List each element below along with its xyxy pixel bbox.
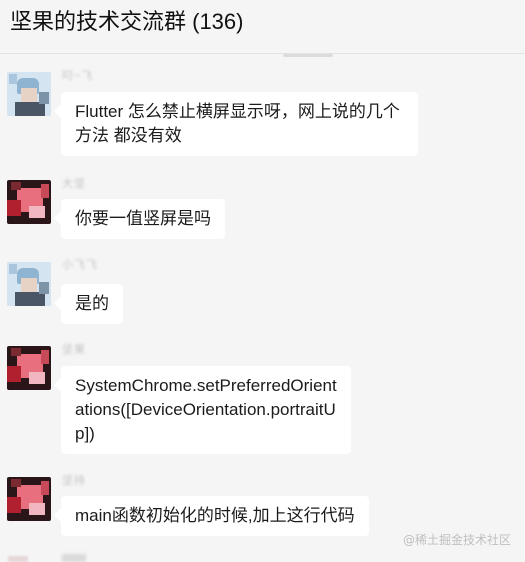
message-bubble[interactable]: 是的 <box>61 284 123 324</box>
sender-nickname: 坚持 <box>62 475 86 487</box>
user-avatar[interactable] <box>7 72 51 116</box>
message-text: 你要一值竖屏是吗 <box>75 209 211 228</box>
partial-nickname <box>62 554 86 562</box>
message-text: 是的 <box>75 294 109 313</box>
message-text: SystemChrome.setPreferredOrientations([D… <box>75 376 337 443</box>
user-avatar[interactable] <box>7 477 51 521</box>
scroll-indicator[interactable] <box>283 54 333 57</box>
sender-nickname: 叼~飞 <box>62 70 94 82</box>
message-row: 大坚 你要一值竖屏是吗 <box>0 178 525 246</box>
partial-avatar <box>8 556 28 562</box>
message-row: 坚果 SystemChrome.setPreferredOrientations… <box>0 344 525 459</box>
message-bubble[interactable]: SystemChrome.setPreferredOrientations([D… <box>61 366 351 454</box>
sender-nickname: 坚果 <box>62 344 86 356</box>
message-row: 小飞飞 是的 <box>0 259 525 328</box>
group-title: 坚果的技术交流群 (136) <box>10 9 244 34</box>
chat-window: 坚果的技术交流群 (136) 叼~飞 Flutter 怎么禁止横屏显示呀，网上说… <box>0 0 525 562</box>
sender-nickname: 小飞飞 <box>62 259 98 271</box>
user-avatar[interactable] <box>7 180 51 224</box>
message-text: Flutter 怎么禁止横屏显示呀，网上说的几个方法 都没有效 <box>75 102 400 145</box>
message-bubble[interactable]: main函数初始化的时候,加上这行代码 <box>61 496 369 536</box>
watermark: @稀土掘金技术社区 <box>402 533 511 547</box>
message-bubble[interactable]: 你要一值竖屏是吗 <box>61 199 225 239</box>
message-row: 叼~飞 Flutter 怎么禁止横屏显示呀，网上说的几个方法 都没有效 <box>0 70 525 162</box>
chat-header: 坚果的技术交流群 (136) <box>0 0 525 54</box>
user-avatar[interactable] <box>7 346 51 390</box>
next-message-partial <box>0 552 525 562</box>
sender-nickname: 大坚 <box>62 178 86 190</box>
message-text: main函数初始化的时候,加上这行代码 <box>75 506 355 525</box>
user-avatar[interactable] <box>7 262 51 306</box>
message-bubble[interactable]: Flutter 怎么禁止横屏显示呀，网上说的几个方法 都没有效 <box>61 92 418 156</box>
